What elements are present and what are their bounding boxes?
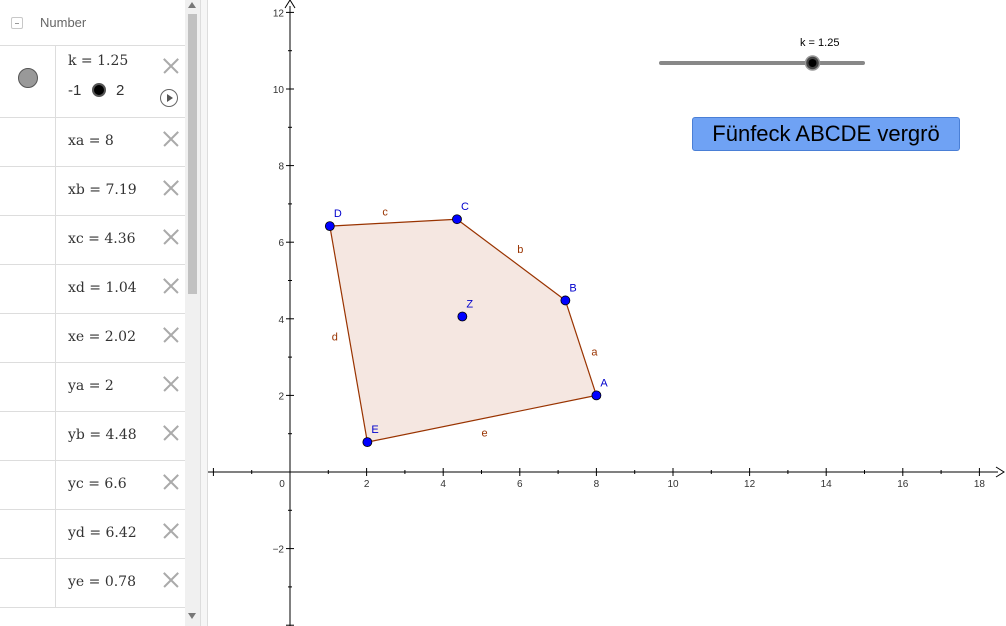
marble-column (0, 363, 56, 411)
x-tick-label: 14 (821, 479, 833, 490)
algebra-expression[interactable]: xb = 7.19 (68, 182, 137, 198)
slider-k-expression[interactable]: k = 1.25 (68, 53, 128, 69)
slider-max-label: 2 (116, 82, 125, 99)
point-label-D: D (334, 208, 342, 220)
delete-icon[interactable] (162, 179, 180, 197)
visibility-marble-icon[interactable] (18, 68, 38, 88)
algebra-row-slider-k[interactable]: k = 1.25 -1 2 (0, 45, 185, 118)
marble-column (0, 167, 56, 215)
algebra-expression[interactable]: yb = 4.48 (68, 427, 137, 443)
delete-icon[interactable] (162, 228, 180, 246)
marble-column (0, 265, 56, 313)
algebra-row[interactable]: xd = 1.04 (0, 265, 185, 314)
pentagon-abcde[interactable] (329, 219, 597, 443)
marble-column (0, 559, 56, 607)
delete-icon[interactable] (162, 522, 180, 540)
enlarge-pentagon-button[interactable]: Fünfeck ABCDE vergrö (692, 117, 960, 151)
y-tick-label: 8 (278, 162, 284, 173)
x-tick-label: 8 (594, 479, 600, 490)
point-label-A: A (600, 377, 608, 389)
algebra-row[interactable]: xa = 8 (0, 118, 185, 167)
marble-column (0, 118, 56, 166)
point-Z[interactable] (457, 311, 468, 322)
algebra-group-header: Number (0, 0, 185, 46)
point-label-Z: Z (466, 299, 473, 311)
point-label-B: B (569, 282, 576, 294)
scroll-up-icon[interactable] (188, 2, 196, 8)
point-E[interactable] (362, 437, 373, 448)
x-tick-label: 6 (517, 479, 523, 490)
algebra-expression[interactable]: ya = 2 (68, 378, 114, 394)
x-tick-label: 4 (440, 479, 446, 490)
x-tick-label: 2 (364, 479, 370, 490)
algebra-row[interactable]: yd = 6.42 (0, 510, 185, 559)
y-tick-label: 10 (273, 85, 285, 96)
point-C[interactable] (452, 214, 462, 225)
point-D[interactable] (324, 221, 335, 232)
delete-icon[interactable] (162, 571, 180, 589)
slider-k-handle-core[interactable] (808, 59, 817, 67)
inline-slider-k-handle[interactable] (92, 83, 106, 97)
segment-label-e: e (481, 428, 487, 440)
slider-k-label: k = 1.25 (800, 37, 840, 49)
play-animation-icon[interactable] (160, 89, 178, 107)
panel-divider[interactable] (200, 0, 208, 626)
algebra-row[interactable]: xc = 4.36 (0, 216, 185, 265)
point-label-C: C (461, 201, 469, 213)
y-tick-label: 6 (278, 238, 284, 249)
algebra-expression[interactable]: xc = 4.36 (68, 231, 136, 247)
algebra-expression[interactable]: ye = 0.78 (68, 574, 136, 590)
algebra-expression[interactable]: xe = 2.02 (68, 329, 136, 345)
delete-icon[interactable] (162, 424, 180, 442)
y-tick-label: 4 (278, 315, 284, 326)
delete-icon[interactable] (162, 375, 180, 393)
delete-icon[interactable] (162, 277, 180, 295)
coordinate-plane[interactable]: 2 4 6 8 10 12 14 16 18 0 12 10 8 6 4 2 −2 a b c d e A B C D E Z (208, 0, 1006, 626)
y-tick-label: 12 (273, 8, 285, 19)
algebra-expression[interactable]: xa = 8 (68, 133, 114, 149)
delete-icon[interactable] (162, 326, 180, 344)
algebra-row[interactable]: ya = 2 (0, 363, 185, 412)
marble-column (0, 510, 56, 558)
point-A[interactable] (591, 390, 602, 401)
scroll-down-icon[interactable] (188, 613, 196, 619)
segment-label-d: d (332, 331, 338, 343)
algebra-row[interactable]: xe = 2.02 (0, 314, 185, 363)
marble-column (0, 412, 56, 460)
point-label-E: E (371, 424, 378, 436)
y-tick-label: 2 (278, 391, 284, 402)
delete-icon[interactable] (162, 57, 180, 75)
origin-label: 0 (279, 479, 285, 490)
point-B[interactable] (560, 295, 571, 306)
algebra-row[interactable]: xb = 7.19 (0, 167, 185, 216)
algebra-expression[interactable]: yc = 6.6 (68, 476, 127, 492)
delete-icon[interactable] (162, 473, 180, 491)
graphics-view[interactable]: 2 4 6 8 10 12 14 16 18 0 12 10 8 6 4 2 −2 a b c d e A B C D E Z k =… (208, 0, 1006, 626)
x-tick-label: 10 (667, 479, 679, 490)
marble-column (0, 461, 56, 509)
x-tick-label: 12 (744, 479, 756, 490)
marble-column (0, 314, 56, 362)
segment-label-a: a (591, 346, 598, 358)
segment-label-b: b (517, 244, 523, 256)
marble-column (0, 216, 56, 264)
slider-min-label: -1 (68, 82, 82, 99)
scroll-thumb[interactable] (188, 14, 197, 294)
algebra-row[interactable]: yc = 6.6 (0, 461, 185, 510)
x-tick-label: 16 (897, 479, 909, 490)
collapse-group-icon[interactable] (11, 17, 23, 29)
y-tick-label: −2 (273, 545, 285, 556)
segment-label-c: c (382, 206, 388, 218)
algebra-row[interactable]: yb = 4.48 (0, 412, 185, 461)
algebra-scrollbar[interactable] (185, 0, 200, 626)
algebra-row[interactable]: ye = 0.78 (0, 559, 185, 608)
delete-icon[interactable] (162, 130, 180, 148)
group-label: Number (40, 15, 87, 30)
x-tick-label: 18 (974, 479, 986, 490)
algebra-expression[interactable]: xd = 1.04 (68, 280, 137, 296)
algebra-expression[interactable]: yd = 6.42 (68, 525, 137, 541)
